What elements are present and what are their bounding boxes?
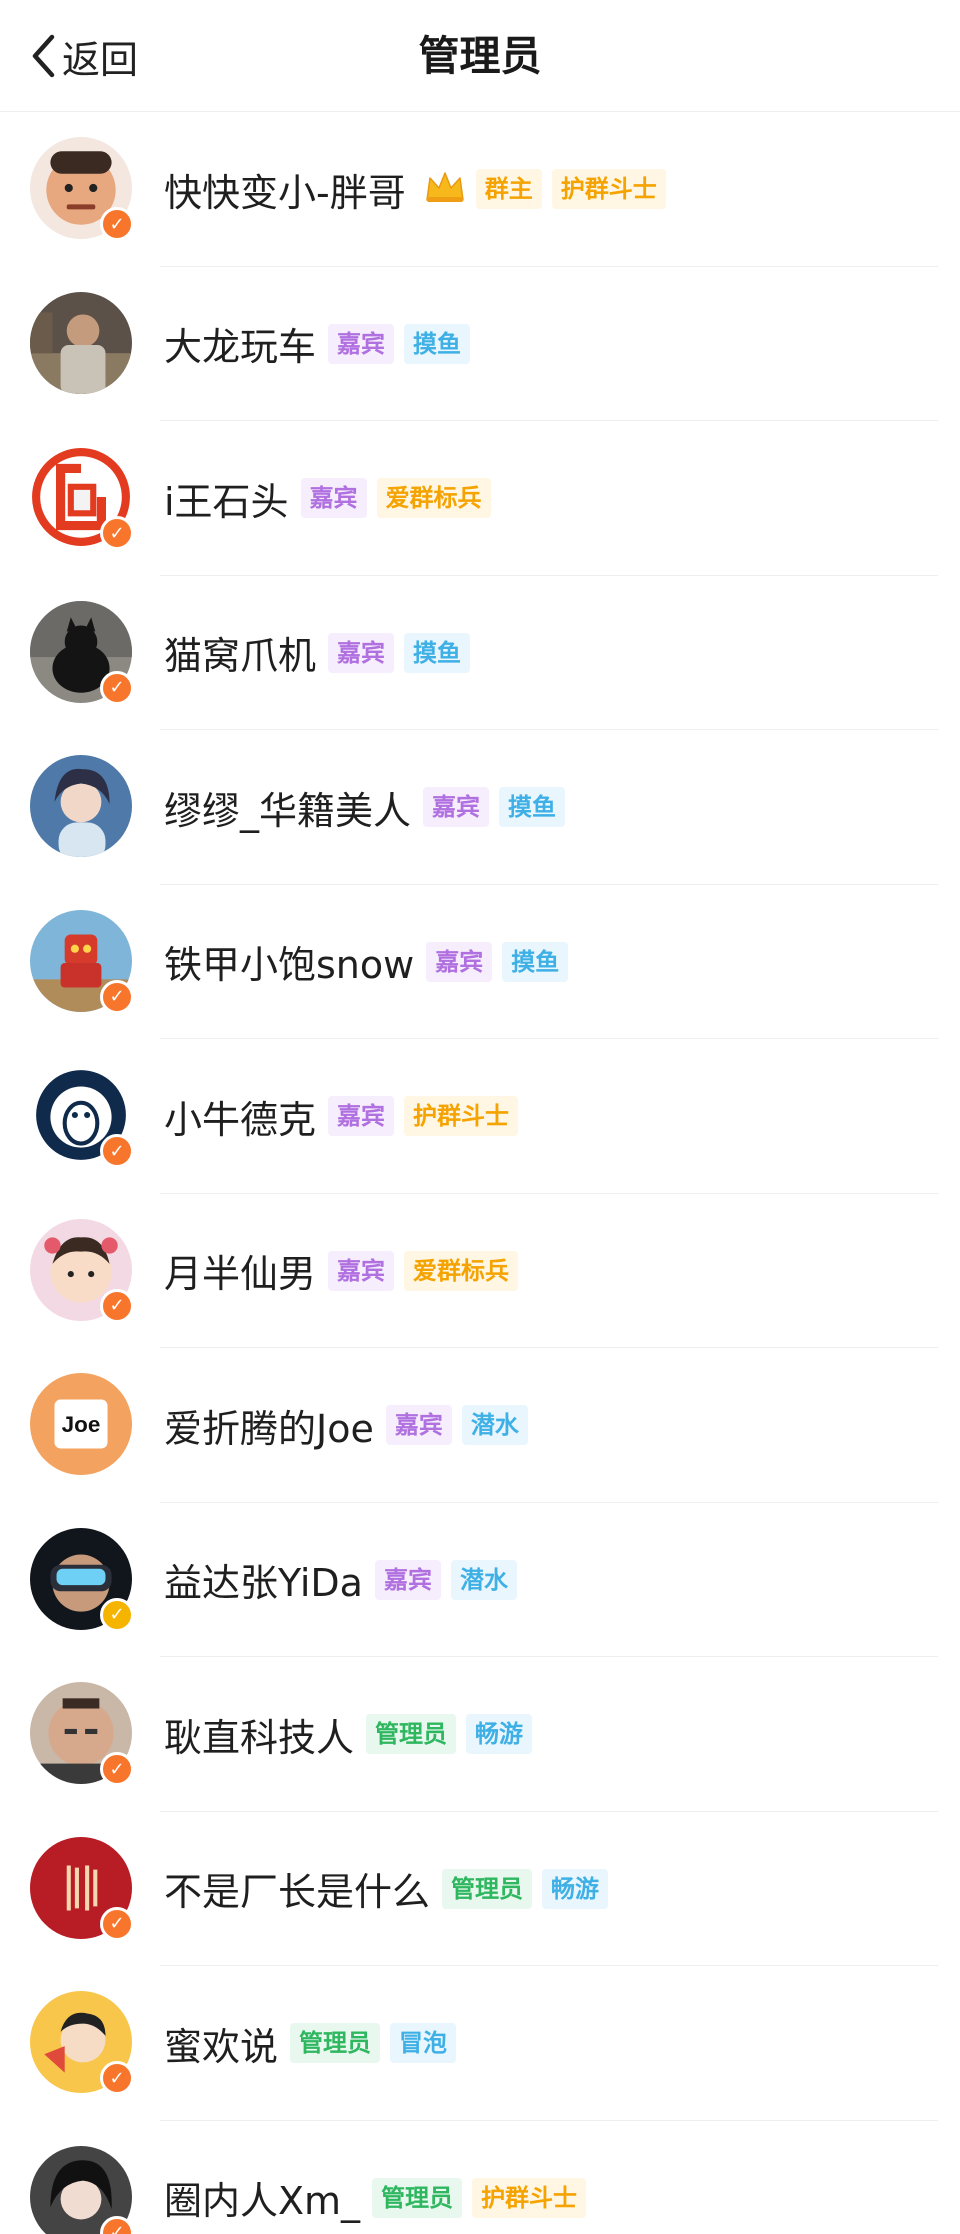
role-tag: 冒泡 xyxy=(390,2023,457,2064)
role-tag: 管理员 xyxy=(366,1714,457,1755)
role-tag: 嘉宾 xyxy=(328,1250,395,1291)
member-name: 耿直科技人 xyxy=(164,1715,355,1760)
avatar[interactable]: ✓ xyxy=(30,1064,134,1169)
role-tag: 摸鱼 xyxy=(502,941,569,982)
member-name: 猫窝爪机 xyxy=(164,634,317,679)
avatar[interactable]: ✓ xyxy=(30,2145,134,2234)
role-tag: 潜水 xyxy=(461,1405,528,1446)
member-name: 蜜欢说 xyxy=(164,2024,279,2069)
avatar[interactable]: ✓ xyxy=(30,1836,134,1941)
role-tag: 嘉宾 xyxy=(374,1559,441,1600)
role-tag: 嘉宾 xyxy=(328,323,395,364)
role-tag: 嘉宾 xyxy=(423,787,490,828)
member-row[interactable]: ✓ 耿直科技人 管理员 畅游 xyxy=(0,1657,960,1812)
avatar[interactable]: ✓ xyxy=(30,137,134,242)
verified-badge-icon: ✓ xyxy=(100,979,134,1014)
avatar[interactable]: ✓ xyxy=(30,1991,134,2096)
verified-badge-icon: ✓ xyxy=(100,207,134,242)
member-row[interactable]: 缪缪_华籍美人 嘉宾 摸鱼 xyxy=(0,730,960,885)
member-row[interactable]: ✓ 快快变小-胖哥 群主 护群斗士 xyxy=(0,112,960,267)
member-name: 小牛德克 xyxy=(164,1097,317,1142)
avatar[interactable]: Joe xyxy=(30,1373,134,1477)
avatar[interactable]: ✓ xyxy=(30,1218,134,1323)
member-name: 缪缪_华籍美人 xyxy=(164,788,412,833)
role-tag: 护群斗士 xyxy=(472,2177,587,2218)
member-row[interactable]: 大龙玩车 嘉宾 摸鱼 xyxy=(0,267,960,421)
member-name: 爱折腾的Joe xyxy=(164,1406,374,1451)
verified-badge-icon: ✓ xyxy=(100,1134,134,1169)
member-row[interactable]: Joe 爱折腾的Joe 嘉宾 潜水 xyxy=(0,1348,960,1503)
member-name: 不是厂长是什么 xyxy=(164,1870,431,1915)
role-tag: 护群斗士 xyxy=(551,169,666,210)
member-list: ✓ 快快变小-胖哥 群主 护群斗士 大龙玩车 嘉宾 摸鱼 ✓ i王石头 嘉宾 爱群标兵 ✓ 猫窝爪机 嘉宾… xyxy=(0,112,960,2234)
avatar[interactable]: ✓ xyxy=(30,446,134,551)
member-row[interactable]: ✓ 圈内人Xm_ 管理员 护群斗士 xyxy=(0,2121,960,2234)
role-tag: 畅游 xyxy=(542,1868,609,1909)
member-name: 大龙玩车 xyxy=(164,325,317,370)
member-row[interactable]: ✓ 铁甲小饱snow 嘉宾 摸鱼 xyxy=(0,885,960,1039)
verified-badge-icon: ✓ xyxy=(100,670,134,705)
role-tag: 爱群标兵 xyxy=(404,1250,519,1291)
avatar[interactable]: ✓ xyxy=(30,600,134,705)
verified-badge-icon: ✓ xyxy=(100,1597,134,1632)
role-tag: 管理员 xyxy=(442,1868,533,1909)
member-row[interactable]: ✓ 蜜欢说 管理员 冒泡 xyxy=(0,1966,960,2121)
member-row[interactable]: ✓ i王石头 嘉宾 爱群标兵 xyxy=(0,421,960,576)
avatar[interactable]: ✓ xyxy=(30,1682,134,1787)
member-name: i王石头 xyxy=(164,479,289,524)
role-tag: 畅游 xyxy=(466,1714,533,1755)
role-tag: 嘉宾 xyxy=(385,1405,452,1446)
member-name: 月半仙男 xyxy=(164,1252,317,1297)
svg-text:Joe: Joe xyxy=(62,1412,101,1437)
role-tag: 嘉宾 xyxy=(300,478,367,519)
avatar[interactable] xyxy=(30,291,134,396)
member-row[interactable]: ✓ 猫窝爪机 嘉宾 摸鱼 xyxy=(0,576,960,730)
crown-icon xyxy=(424,170,466,208)
member-row[interactable]: ✓ 益达张YiDa 嘉宾 潜水 xyxy=(0,1503,960,1657)
member-name: 圈内人Xm_ xyxy=(164,2179,361,2224)
member-row[interactable]: ✓ 小牛德克 嘉宾 护群斗士 xyxy=(0,1039,960,1194)
member-name: 快快变小-胖哥 xyxy=(164,170,406,215)
role-tag: 潜水 xyxy=(450,1559,517,1600)
page-title: 管理员 xyxy=(418,32,542,80)
role-tag: 管理员 xyxy=(290,2023,381,2064)
avatar[interactable]: ✓ xyxy=(30,909,134,1014)
verified-badge-icon: ✓ xyxy=(100,1288,134,1323)
role-tag: 摸鱼 xyxy=(404,323,471,364)
verified-badge-icon: ✓ xyxy=(100,2061,134,2096)
role-tag: 管理员 xyxy=(372,2177,463,2218)
role-tag: 嘉宾 xyxy=(328,632,395,673)
role-tag: 群主 xyxy=(475,169,542,210)
role-tag: 爱群标兵 xyxy=(376,478,491,519)
verified-badge-icon: ✓ xyxy=(100,1752,134,1787)
verified-badge-icon: ✓ xyxy=(100,516,134,551)
member-row[interactable]: ✓ 不是厂长是什么 管理员 畅游 xyxy=(0,1812,960,1966)
member-name: 益达张YiDa xyxy=(164,1561,363,1606)
member-row[interactable]: ✓ 月半仙男 嘉宾 爱群标兵 xyxy=(0,1194,960,1348)
role-tag: 嘉宾 xyxy=(426,941,493,982)
role-tag: 摸鱼 xyxy=(404,632,471,673)
avatar[interactable]: ✓ xyxy=(30,1527,134,1632)
role-tag: 嘉宾 xyxy=(328,1096,395,1137)
avatar[interactable] xyxy=(30,755,134,859)
nav-bar: 返回 管理员 xyxy=(0,0,960,112)
role-tag: 摸鱼 xyxy=(499,787,566,828)
verified-badge-icon: ✓ xyxy=(100,1906,134,1941)
role-tag: 护群斗士 xyxy=(404,1096,519,1137)
member-name: 铁甲小饱snow xyxy=(164,943,415,988)
